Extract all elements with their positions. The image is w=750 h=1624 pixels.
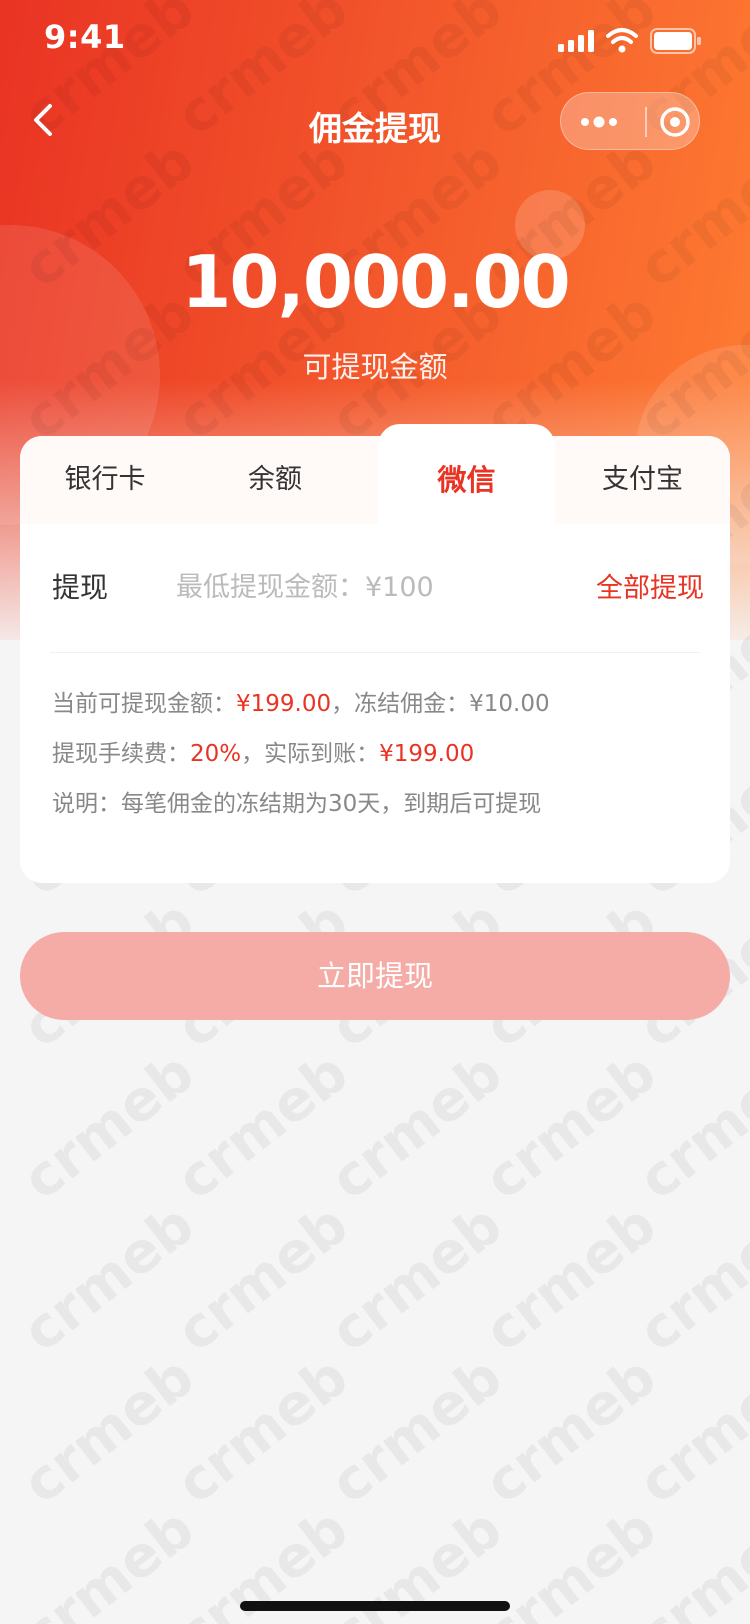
watermark-text: crmeb xyxy=(626,1040,750,1213)
divider xyxy=(50,652,700,653)
status-bar: 9:41 xyxy=(0,0,750,80)
info-fee-value: 20% xyxy=(190,741,242,767)
watermark-text: crmeb xyxy=(10,1496,207,1624)
wifi-icon xyxy=(606,28,638,53)
info-actual-label: ，实际到账： xyxy=(241,741,380,767)
watermark-text: crmeb xyxy=(10,1344,207,1517)
info-current-value: ¥199.00 xyxy=(236,691,332,717)
info-frozen-text: ，冻结佣金：¥10.00 xyxy=(331,691,550,717)
info-note: 说明：每笔佣金的冻结期为30天，到期后可提现 xyxy=(52,791,542,817)
withdrawable-amount-label: 可提现金额 xyxy=(302,350,448,384)
withdraw-card: 银行卡 余额 微信 支付宝 提现 全部提现 当前可提现金额：¥199.00，冻结… xyxy=(20,424,730,883)
nav-bar: 佣金提现 xyxy=(0,88,750,156)
withdrawable-amount: 10,000.00 xyxy=(181,240,570,324)
watermark-text: crmeb xyxy=(472,1192,669,1365)
capsule-divider xyxy=(645,107,647,137)
withdraw-input-row: 提现 全部提现 xyxy=(20,536,730,636)
watermark-text: crmeb xyxy=(626,1496,750,1624)
withdraw-label: 提现 xyxy=(52,571,109,604)
tab-wechat[interactable]: 微信 xyxy=(378,436,555,524)
more-dots-icon[interactable] xyxy=(579,109,619,135)
watermark-text: crmeb xyxy=(626,1192,750,1365)
info-current-label: 当前可提现金额： xyxy=(52,691,236,717)
miniprogram-capsule xyxy=(560,92,700,150)
watermark-text: crmeb xyxy=(10,1040,207,1213)
withdraw-amount-input[interactable] xyxy=(174,558,558,616)
watermark-text: crmeb xyxy=(164,1192,361,1365)
payment-tabs: 银行卡 余额 微信 支付宝 xyxy=(20,424,730,534)
info-fee: 提现手续费：20%，实际到账：¥199.00 xyxy=(52,734,474,768)
tab-bank-card[interactable]: 银行卡 xyxy=(20,436,190,524)
watermark-text: crmeb xyxy=(318,1192,515,1365)
signal-icon xyxy=(558,30,594,52)
info-current-amount: 当前可提现金额：¥199.00，冻结佣金：¥10.00 xyxy=(52,684,550,718)
battery-icon xyxy=(650,28,701,54)
home-indicator xyxy=(240,1601,510,1611)
watermark-text: crmeb xyxy=(472,1040,669,1213)
watermark-text: crmeb xyxy=(164,1040,361,1213)
watermark-text: crmeb xyxy=(10,1192,207,1365)
close-target-icon[interactable] xyxy=(659,106,691,138)
tab-balance[interactable]: 余额 xyxy=(190,436,360,524)
tab-alipay[interactable]: 支付宝 xyxy=(555,436,730,524)
watermark-text: crmeb xyxy=(318,1344,515,1517)
watermark-text: crmeb xyxy=(626,1344,750,1517)
watermark-text: crmeb xyxy=(472,1344,669,1517)
info-actual-value: ¥199.00 xyxy=(379,741,475,767)
info-fee-label: 提现手续费： xyxy=(52,741,190,767)
status-time: 9:41 xyxy=(44,18,126,56)
watermark-text: crmeb xyxy=(164,1344,361,1517)
withdraw-now-button[interactable]: 立即提现 xyxy=(20,932,730,1020)
watermark-text: crmeb xyxy=(318,1040,515,1213)
withdraw-all-button[interactable]: 全部提现 xyxy=(596,566,704,605)
